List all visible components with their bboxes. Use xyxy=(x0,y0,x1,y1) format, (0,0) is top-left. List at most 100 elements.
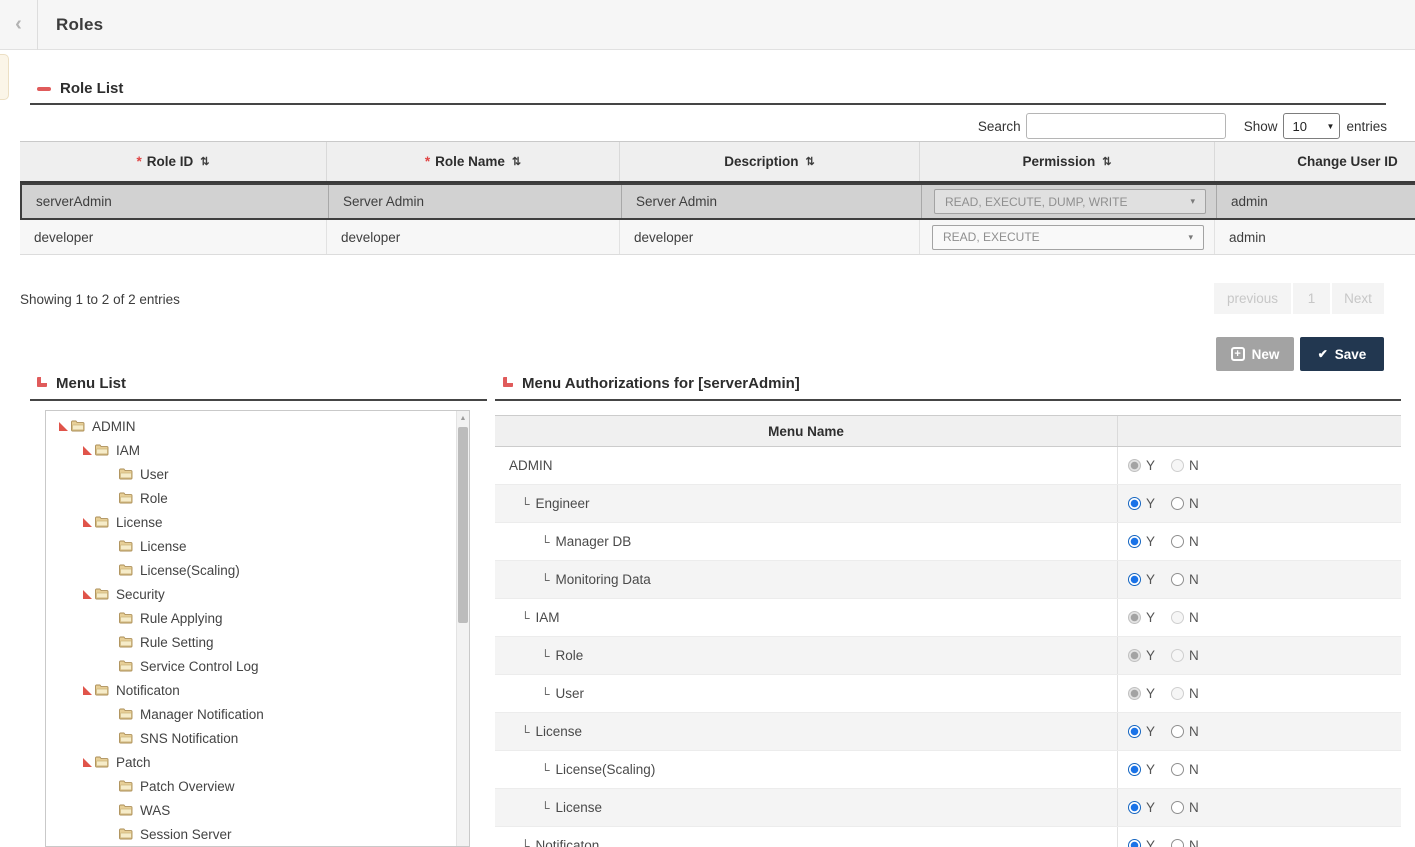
cell-change-user-id: admin xyxy=(1217,185,1415,218)
page-number-button[interactable]: 1 xyxy=(1293,283,1330,314)
previous-page-button[interactable]: previous xyxy=(1214,283,1291,314)
tree-item-notificaton[interactable]: Notificaton xyxy=(46,678,469,702)
radio-yes[interactable] xyxy=(1128,839,1141,847)
divider xyxy=(495,399,1401,401)
radio-no[interactable] xyxy=(1171,611,1184,624)
tree-item-label: Rule Setting xyxy=(140,635,214,650)
menu-list-heading: Menu List xyxy=(37,375,126,392)
folder-icon xyxy=(94,515,110,529)
tree-item-license[interactable]: License xyxy=(46,510,469,534)
menu-auth-row-monitoring-data: └ Monitoring Data Y N xyxy=(495,561,1401,599)
authorization-radio-group: Y N xyxy=(1118,447,1401,484)
tree-item-manager-notification[interactable]: Manager Notification xyxy=(46,702,469,726)
new-button[interactable]: + New xyxy=(1216,337,1294,371)
radio-no[interactable] xyxy=(1171,649,1184,662)
radio-yes[interactable] xyxy=(1128,763,1141,776)
radio-no[interactable] xyxy=(1171,459,1184,472)
radio-no[interactable] xyxy=(1171,687,1184,700)
radio-yes[interactable] xyxy=(1128,497,1141,510)
tree-item-patch[interactable]: Patch xyxy=(46,750,469,774)
tree-item-label: IAM xyxy=(116,443,140,458)
radio-yes[interactable] xyxy=(1128,725,1141,738)
radio-no[interactable] xyxy=(1171,535,1184,548)
folder-icon xyxy=(118,539,134,553)
table-row-serveradmin[interactable]: serverAdmin Server Admin Server Admin RE… xyxy=(20,183,1415,220)
section-corner-icon xyxy=(37,377,47,387)
radio-no[interactable] xyxy=(1171,763,1184,776)
tree-item-service-control-log[interactable]: Service Control Log xyxy=(46,654,469,678)
radio-no[interactable] xyxy=(1171,801,1184,814)
branch-icon: └ xyxy=(541,573,550,587)
page-title: Roles xyxy=(56,15,103,35)
scroll-up-icon[interactable]: ▲ xyxy=(457,411,469,425)
column-header-role-id[interactable]: * Role ID ⇅ xyxy=(20,142,327,181)
radio-yes[interactable] xyxy=(1128,611,1141,624)
tree-item-rule-setting[interactable]: Rule Setting xyxy=(46,630,469,654)
expand-triangle-icon[interactable] xyxy=(56,422,70,431)
save-button[interactable]: ✔ Save xyxy=(1300,337,1384,371)
tree-item-iam[interactable]: IAM xyxy=(46,438,469,462)
menu-name-cell: └ User xyxy=(495,675,1118,712)
expand-triangle-icon[interactable] xyxy=(80,518,94,527)
table-row-developer[interactable]: developer developer developer READ, EXEC… xyxy=(20,220,1415,255)
role-list-heading: Role List xyxy=(37,80,123,97)
column-header-role-name[interactable]: * Role Name ⇅ xyxy=(327,142,620,181)
folder-icon xyxy=(94,683,110,697)
radio-yes[interactable] xyxy=(1128,459,1141,472)
tree-item-role[interactable]: Role xyxy=(46,486,469,510)
tree-item-patch-overview[interactable]: Patch Overview xyxy=(46,774,469,798)
radio-yes[interactable] xyxy=(1128,687,1141,700)
radio-no[interactable] xyxy=(1171,839,1184,847)
menu-auth-heading: Menu Authorizations for [serverAdmin] xyxy=(503,375,800,392)
back-button[interactable]: ‹ xyxy=(0,0,38,50)
tree-item-license-scaling[interactable]: License(Scaling) xyxy=(46,558,469,582)
authorization-radio-group: Y N xyxy=(1118,675,1401,712)
tree-item-session-server[interactable]: Session Server xyxy=(46,822,469,846)
menu-auth-title: Menu Authorizations for [serverAdmin] xyxy=(522,375,800,392)
radio-no[interactable] xyxy=(1171,573,1184,586)
expand-triangle-icon[interactable] xyxy=(80,686,94,695)
radio-yes[interactable] xyxy=(1128,535,1141,548)
tree-item-user[interactable]: User xyxy=(46,462,469,486)
branch-icon: └ xyxy=(521,611,530,625)
branch-icon: └ xyxy=(541,763,550,777)
radio-no[interactable] xyxy=(1171,497,1184,510)
tree-item-sns-notification[interactable]: SNS Notification xyxy=(46,726,469,750)
radio-yes[interactable] xyxy=(1128,573,1141,586)
cell-role-id: developer xyxy=(20,220,327,254)
expand-triangle-icon[interactable] xyxy=(80,446,94,455)
side-drawer-handle[interactable] xyxy=(0,54,9,100)
tree-scrollbar[interactable]: ▲ xyxy=(456,411,469,847)
search-input[interactable] xyxy=(1026,113,1226,139)
radio-no[interactable] xyxy=(1171,725,1184,738)
folder-icon xyxy=(118,491,134,505)
menu-auth-row-admin: ADMIN Y N xyxy=(495,447,1401,485)
menu-auth-row-license2: └ License Y N xyxy=(495,789,1401,827)
tree-item-rule-applying[interactable]: Rule Applying xyxy=(46,606,469,630)
permission-dropdown[interactable]: READ, EXECUTE, DUMP, WRITE ▾ xyxy=(934,189,1206,214)
tree-item-security[interactable]: Security xyxy=(46,582,469,606)
menu-auth-row-license: └ License Y N xyxy=(495,713,1401,751)
authorization-radio-group: Y N xyxy=(1118,751,1401,788)
action-buttons: + New ✔ Save xyxy=(1216,337,1384,371)
branch-icon: └ xyxy=(521,497,530,511)
permission-dropdown[interactable]: READ, EXECUTE ▾ xyxy=(932,225,1204,250)
radio-yes[interactable] xyxy=(1128,801,1141,814)
expand-triangle-icon[interactable] xyxy=(80,590,94,599)
radio-yes[interactable] xyxy=(1128,649,1141,662)
next-page-button[interactable]: Next xyxy=(1332,283,1384,314)
page-size-select[interactable]: 10 ▼ xyxy=(1283,113,1340,139)
tree-item-license-leaf[interactable]: License xyxy=(46,534,469,558)
tree-item-label: License xyxy=(140,539,187,554)
tree-item-was[interactable]: WAS xyxy=(46,798,469,822)
cell-description: developer xyxy=(620,220,920,254)
column-header-permission[interactable]: Permission ⇅ xyxy=(920,142,1215,181)
expand-triangle-icon[interactable] xyxy=(80,758,94,767)
branch-icon: └ xyxy=(541,687,550,701)
tree-item-admin[interactable]: ADMIN xyxy=(46,414,469,438)
cell-role-name: Server Admin xyxy=(329,185,622,218)
column-header-description[interactable]: Description ⇅ xyxy=(620,142,920,181)
role-list-title: Role List xyxy=(60,80,123,97)
scrollbar-thumb[interactable] xyxy=(458,427,468,623)
tree-item-label: Session Server xyxy=(140,827,232,842)
